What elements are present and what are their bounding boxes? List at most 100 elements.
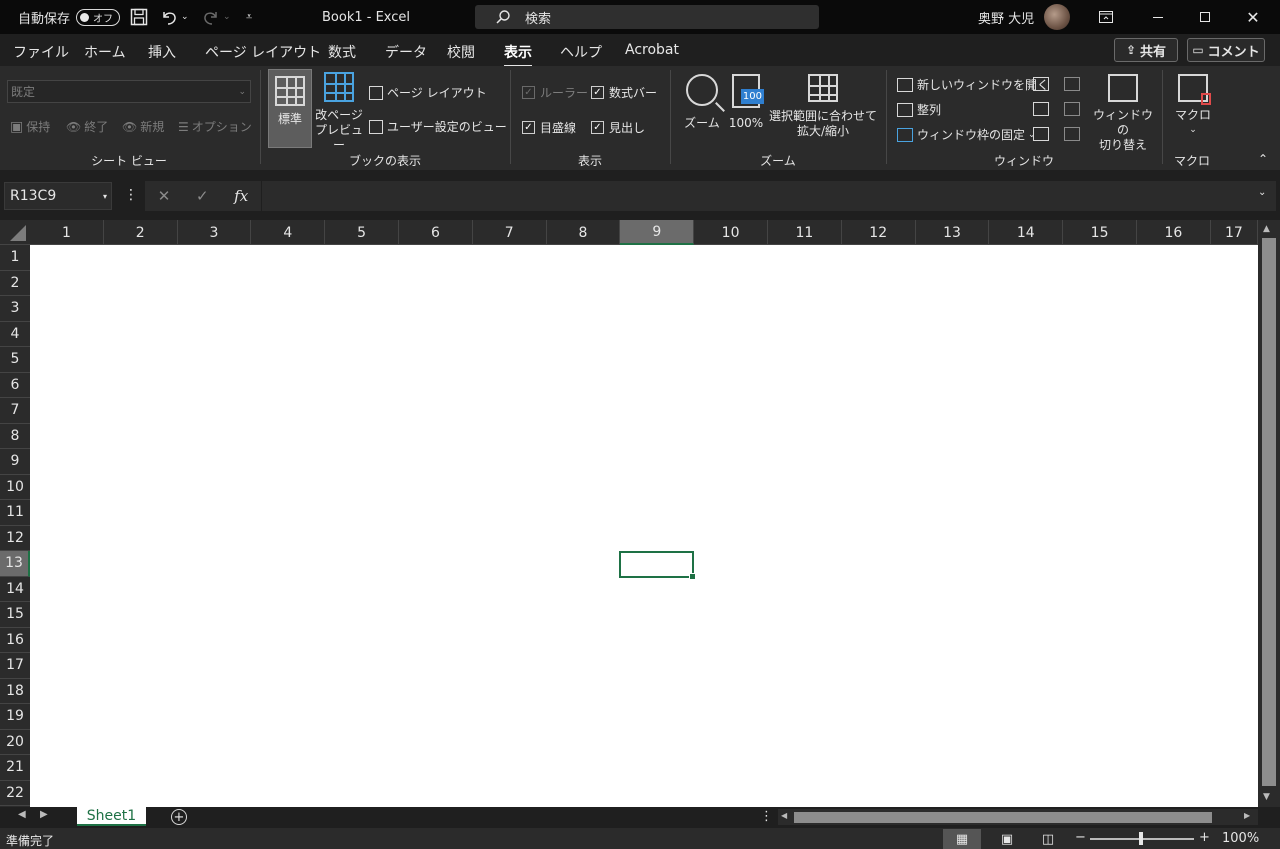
- arrange-all-button[interactable]: 整列: [897, 101, 941, 118]
- normal-view-button[interactable]: 標準: [268, 69, 312, 148]
- column-header[interactable]: 5: [325, 220, 399, 245]
- horizontal-scrollbar[interactable]: ◀ ▶: [778, 809, 1258, 825]
- select-all-button[interactable]: [0, 220, 30, 245]
- column-header[interactable]: 10: [694, 220, 768, 245]
- row-header[interactable]: 5: [0, 347, 30, 373]
- column-header[interactable]: 15: [1063, 220, 1137, 245]
- keep-button[interactable]: ▣ 保持: [10, 118, 50, 135]
- row-header[interactable]: 7: [0, 398, 30, 424]
- options-button[interactable]: ☰ オプション: [178, 118, 252, 135]
- zoom-out-icon[interactable]: −: [1075, 830, 1086, 845]
- switch-windows-button[interactable]: ウィンドウの 切り替え: [1092, 74, 1154, 153]
- tab-file[interactable]: ファイル: [13, 42, 69, 62]
- page-layout-view-button[interactable]: ページ レイアウト: [369, 84, 487, 101]
- row-header[interactable]: 8: [0, 424, 30, 449]
- row-header[interactable]: 3: [0, 296, 30, 322]
- unhide-window-icon[interactable]: [1033, 127, 1049, 141]
- row-header[interactable]: 18: [0, 679, 30, 704]
- horizontal-scroll-thumb[interactable]: [794, 812, 1212, 823]
- next-sheet-icon[interactable]: ▶: [40, 809, 48, 820]
- row-header[interactable]: 9: [0, 449, 30, 475]
- column-header[interactable]: 9: [620, 220, 695, 245]
- new-view-button[interactable]: 👁 新規: [122, 118, 164, 135]
- user-account[interactable]: 奥野 大児: [978, 0, 1071, 34]
- cancel-icon[interactable]: ✕: [158, 187, 171, 205]
- reset-position-icon[interactable]: [1064, 127, 1080, 141]
- ribbon-display-button[interactable]: [1083, 0, 1129, 34]
- customize-qat-icon[interactable]: ⩡: [246, 0, 252, 34]
- tab-page-layout[interactable]: ページ レイアウト: [205, 42, 321, 62]
- zoom-button[interactable]: ズーム: [682, 74, 722, 131]
- tab-split-handle-icon[interactable]: ⋮: [760, 809, 773, 824]
- column-header[interactable]: 11: [768, 220, 842, 245]
- side-by-side-icon[interactable]: [1064, 77, 1080, 91]
- gridlines-checkbox[interactable]: ✓ 目盛線: [522, 119, 576, 136]
- tab-insert[interactable]: 挿入: [148, 42, 176, 62]
- name-box[interactable]: R13C9 ▾: [4, 182, 112, 210]
- column-header[interactable]: 4: [251, 220, 326, 245]
- vertical-scroll-thumb[interactable]: [1262, 238, 1276, 786]
- tab-formulas[interactable]: 数式: [328, 42, 356, 62]
- row-header[interactable]: 20: [0, 730, 30, 755]
- ruler-checkbox[interactable]: ✓ ルーラー: [522, 84, 588, 101]
- scroll-up-icon[interactable]: ▲: [1263, 224, 1270, 234]
- search-box[interactable]: 検索: [475, 5, 819, 29]
- autosave-control[interactable]: 自動保存 オフ: [18, 0, 121, 34]
- column-header[interactable]: 17: [1211, 220, 1258, 245]
- page-break-status-button[interactable]: ◫: [1029, 829, 1067, 849]
- normal-view-status-button[interactable]: ▦: [943, 829, 981, 849]
- worksheet-grid[interactable]: [30, 245, 1258, 807]
- column-header[interactable]: 13: [916, 220, 990, 245]
- comment-button[interactable]: ▭ コメント: [1187, 38, 1265, 62]
- row-header[interactable]: 16: [0, 628, 30, 653]
- tab-acrobat[interactable]: Acrobat: [625, 42, 679, 58]
- row-header[interactable]: 6: [0, 373, 30, 398]
- column-header[interactable]: 1: [30, 220, 104, 245]
- autosave-toggle[interactable]: オフ: [76, 8, 121, 26]
- add-sheet-icon[interactable]: +: [171, 809, 187, 825]
- redo-button[interactable]: ⌄: [202, 0, 231, 34]
- close-button[interactable]: ✕: [1230, 0, 1276, 34]
- undo-button[interactable]: ⌄: [160, 0, 189, 34]
- zoom-100-button[interactable]: 100 100%: [726, 74, 766, 131]
- column-header[interactable]: 6: [399, 220, 473, 245]
- selected-cell[interactable]: [619, 551, 696, 580]
- tab-help[interactable]: ヘルプ: [560, 42, 602, 62]
- redo-dropdown-icon[interactable]: ⌄: [223, 12, 231, 22]
- row-header[interactable]: 19: [0, 704, 30, 730]
- tab-home[interactable]: ホーム: [84, 42, 126, 62]
- collapse-ribbon-icon[interactable]: ⌃: [1258, 152, 1268, 166]
- page-layout-status-button[interactable]: ▣: [988, 829, 1026, 849]
- exit-button[interactable]: 👁 終了: [66, 118, 108, 135]
- zoom-in-icon[interactable]: +: [1199, 830, 1210, 845]
- scroll-down-icon[interactable]: ▼: [1263, 792, 1270, 802]
- vertical-scrollbar[interactable]: ▲ ▼: [1258, 220, 1280, 807]
- row-header[interactable]: 4: [0, 322, 30, 347]
- scroll-right-icon[interactable]: ▶: [1244, 811, 1250, 820]
- enter-icon[interactable]: ✓: [196, 187, 209, 205]
- row-header[interactable]: 12: [0, 526, 30, 551]
- prev-sheet-icon[interactable]: ◀: [18, 809, 26, 820]
- row-header[interactable]: 11: [0, 500, 30, 526]
- tab-review[interactable]: 校閲: [447, 42, 475, 62]
- column-header[interactable]: 14: [989, 220, 1064, 245]
- row-header[interactable]: 14: [0, 577, 30, 602]
- column-header[interactable]: 12: [842, 220, 916, 245]
- expand-formula-bar-icon[interactable]: ⌄: [1258, 187, 1266, 198]
- column-header[interactable]: 3: [178, 220, 252, 245]
- zoom-slider-handle[interactable]: [1139, 832, 1143, 845]
- maximize-button[interactable]: [1182, 0, 1228, 34]
- tab-view[interactable]: 表示: [504, 42, 532, 68]
- more-options-icon[interactable]: ⋮: [124, 187, 138, 203]
- avatar[interactable]: [1044, 4, 1071, 30]
- row-header[interactable]: 2: [0, 271, 30, 296]
- column-header[interactable]: 7: [473, 220, 547, 245]
- row-header[interactable]: 17: [0, 653, 30, 679]
- freeze-panes-button[interactable]: ウィンドウ枠の固定 ⌄: [897, 126, 1036, 143]
- zoom-percent[interactable]: 100%: [1222, 831, 1259, 846]
- sheet-tab[interactable]: Sheet1: [77, 807, 146, 826]
- formula-input[interactable]: [262, 181, 1276, 211]
- column-header[interactable]: 2: [104, 220, 178, 245]
- row-header[interactable]: 21: [0, 755, 30, 781]
- custom-views-button[interactable]: ユーザー設定のビュー: [369, 118, 507, 135]
